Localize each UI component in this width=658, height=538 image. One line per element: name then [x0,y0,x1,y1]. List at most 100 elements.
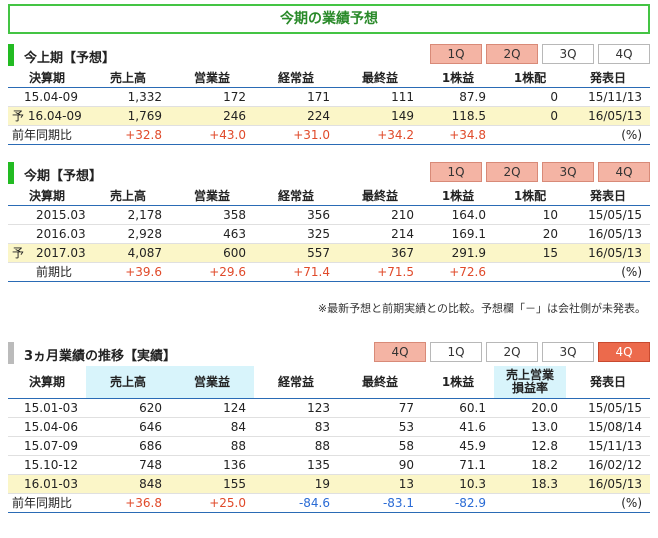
table-cell: 15 [494,243,566,263]
table-cell: -84.6 [254,493,338,513]
table-cell: 155 [170,474,254,494]
table-cell: 53 [338,417,422,437]
table-cell: 20.0 [494,398,566,418]
table-cell: 18.2 [494,455,566,475]
table-cell: +39.6 [86,262,170,282]
table-cell: 246 [170,106,254,126]
table-cell: 15/05/15 [566,205,650,225]
table-cell: 224 [254,106,338,126]
column-header: 経常益 [254,186,338,206]
section-3: 3ヵ月業績の推移【実績】 4Q 1Q 2Q 3Q 4Q 決算期 売上高 営業益 経常益 最終益 1株益… [8,340,650,513]
table-cell: 164.0 [422,205,494,225]
table-cell: -83.1 [338,493,422,513]
column-header: 最終益 [338,366,422,399]
table-cell: 20 [494,224,566,244]
column-header: 最終益 [338,68,422,88]
tab-4q[interactable]: 4Q [598,162,650,182]
table-cell: 16/05/13 [566,224,650,244]
table-cell: 13.0 [494,417,566,437]
table-cell: 15.04-06 [8,417,86,437]
tab-2q[interactable]: 2Q [486,342,538,362]
section-header: 今期【予想】 1Q 2Q 3Q 4Q [8,160,650,186]
results-table: 決算期 売上高 営業益 経常益 最終益 1株益 1株配 発表日 2015.03 2,178 358… [8,186,650,282]
column-header: 売上営業 損益率 [494,366,566,399]
comparison-row: 前年同期比 +36.8 +25.0 -84.6 -83.1 -82.9 (%) [8,493,650,513]
table-cell: 10.3 [422,474,494,494]
table-cell: 848 [86,474,170,494]
table-cell: 646 [86,417,170,437]
table-cell: 16/05/13 [566,474,650,494]
table-cell: 1,769 [86,106,170,126]
table-cell: 149 [338,106,422,126]
table-row: 15.07-09 686 88 88 58 45.9 12.8 15/11/13 [8,436,650,456]
column-header: 発表日 [566,68,650,88]
table-row: 2016.03 2,928 463 325 214 169.1 20 16/05/13 [8,224,650,244]
column-header: 営業益 [170,186,254,206]
table-row: 予 16.04-09 1,769 246 224 149 118.5 0 16/05/13 [8,106,650,126]
table-cell: 15/11/13 [566,436,650,456]
section-2: 今期【予想】 1Q 2Q 3Q 4Q 決算期 売上高 営業益 経常益 最終益 1株益 1株配 発表日 2… [8,160,650,315]
table-cell: 1,332 [86,87,170,107]
section-1: 今上期【予想】 1Q 2Q 3Q 4Q 決算期 売上高 営業益 経常益 最終益 1株益 1株配 発表日 … [8,42,650,145]
table-cell: 15.10-12 [8,455,86,475]
table-row: 15.04-09 1,332 172 171 111 87.9 0 15/11/13 [8,87,650,107]
table-cell: 71.1 [422,455,494,475]
table-cell: 10 [494,205,566,225]
table-cell: 18.3 [494,474,566,494]
table-cell: 60.1 [422,398,494,418]
section-accent-bar [8,342,14,364]
table-cell: +34.2 [338,125,422,145]
column-header: 1株配 [494,68,566,88]
comparison-row: 前期比 +39.6 +29.6 +71.4 +71.5 +72.6 (%) [8,262,650,282]
column-header: 売上高 [86,68,170,88]
table-cell: 463 [170,224,254,244]
table-cell: 77 [338,398,422,418]
tab-1q[interactable]: 1Q [430,44,482,64]
header-row: 決算期 売上高 営業益 経常益 最終益 1株益 1株配 発表日 [8,68,650,88]
table-cell: 83 [254,417,338,437]
table-cell: 16/05/13 [566,243,650,263]
tab-3q[interactable]: 3Q [542,44,594,64]
table-row: 2015.03 2,178 358 356 210 164.0 10 15/05/15 [8,205,650,225]
table-cell: 88 [254,436,338,456]
column-header: 営業益 [170,366,254,399]
table-row: 15.01-03 620 124 123 77 60.1 20.0 15/05/15 [8,398,650,418]
column-header: 発表日 [566,186,650,206]
table-cell: 600 [170,243,254,263]
table-cell: 15/08/14 [566,417,650,437]
tab-3q[interactable]: 3Q [542,162,594,182]
table-cell [494,262,566,282]
column-header: 売上高 [86,186,170,206]
tab-4q[interactable]: 4Q [374,342,426,362]
tab-2q[interactable]: 2Q [486,162,538,182]
tab-1q[interactable]: 1Q [430,162,482,182]
table-cell: 358 [170,205,254,225]
table-cell: 620 [86,398,170,418]
column-header: 営業益 [170,68,254,88]
table-cell: 16/02/12 [566,455,650,475]
column-header: 1株益 [422,186,494,206]
table-row: 15.10-12 748 136 135 90 71.1 18.2 16/02/12 [8,455,650,475]
footnote: ※最新予想と前期実績との比較。予想欄「－」は会社側が未発表。 [317,302,646,315]
table-cell: 12.8 [494,436,566,456]
column-header: 決算期 [8,68,86,88]
table-cell: 124 [170,398,254,418]
tab-4q[interactable]: 4Q [598,342,650,362]
header-row: 決算期 売上高 営業益 経常益 最終益 1株益 売上営業 損益率 発表日 [8,366,650,399]
tab-1q[interactable]: 1Q [430,342,482,362]
table-cell: 87.9 [422,87,494,107]
table-cell: 前年同期比 [8,125,86,145]
tab-2q[interactable]: 2Q [486,44,538,64]
quarter-tabs: 1Q 2Q 3Q 4Q [430,44,650,64]
tab-3q[interactable]: 3Q [542,342,594,362]
table-cell: 15.01-03 [8,398,86,418]
table-cell: +25.0 [170,493,254,513]
table-cell: 15/11/13 [566,87,650,107]
table-cell: 291.9 [422,243,494,263]
table-cell: +32.8 [86,125,170,145]
tab-4q[interactable]: 4Q [598,44,650,64]
table-cell: 4,087 [86,243,170,263]
table-cell: 557 [254,243,338,263]
table-cell: 356 [254,205,338,225]
column-header: 1株益 [422,366,494,399]
